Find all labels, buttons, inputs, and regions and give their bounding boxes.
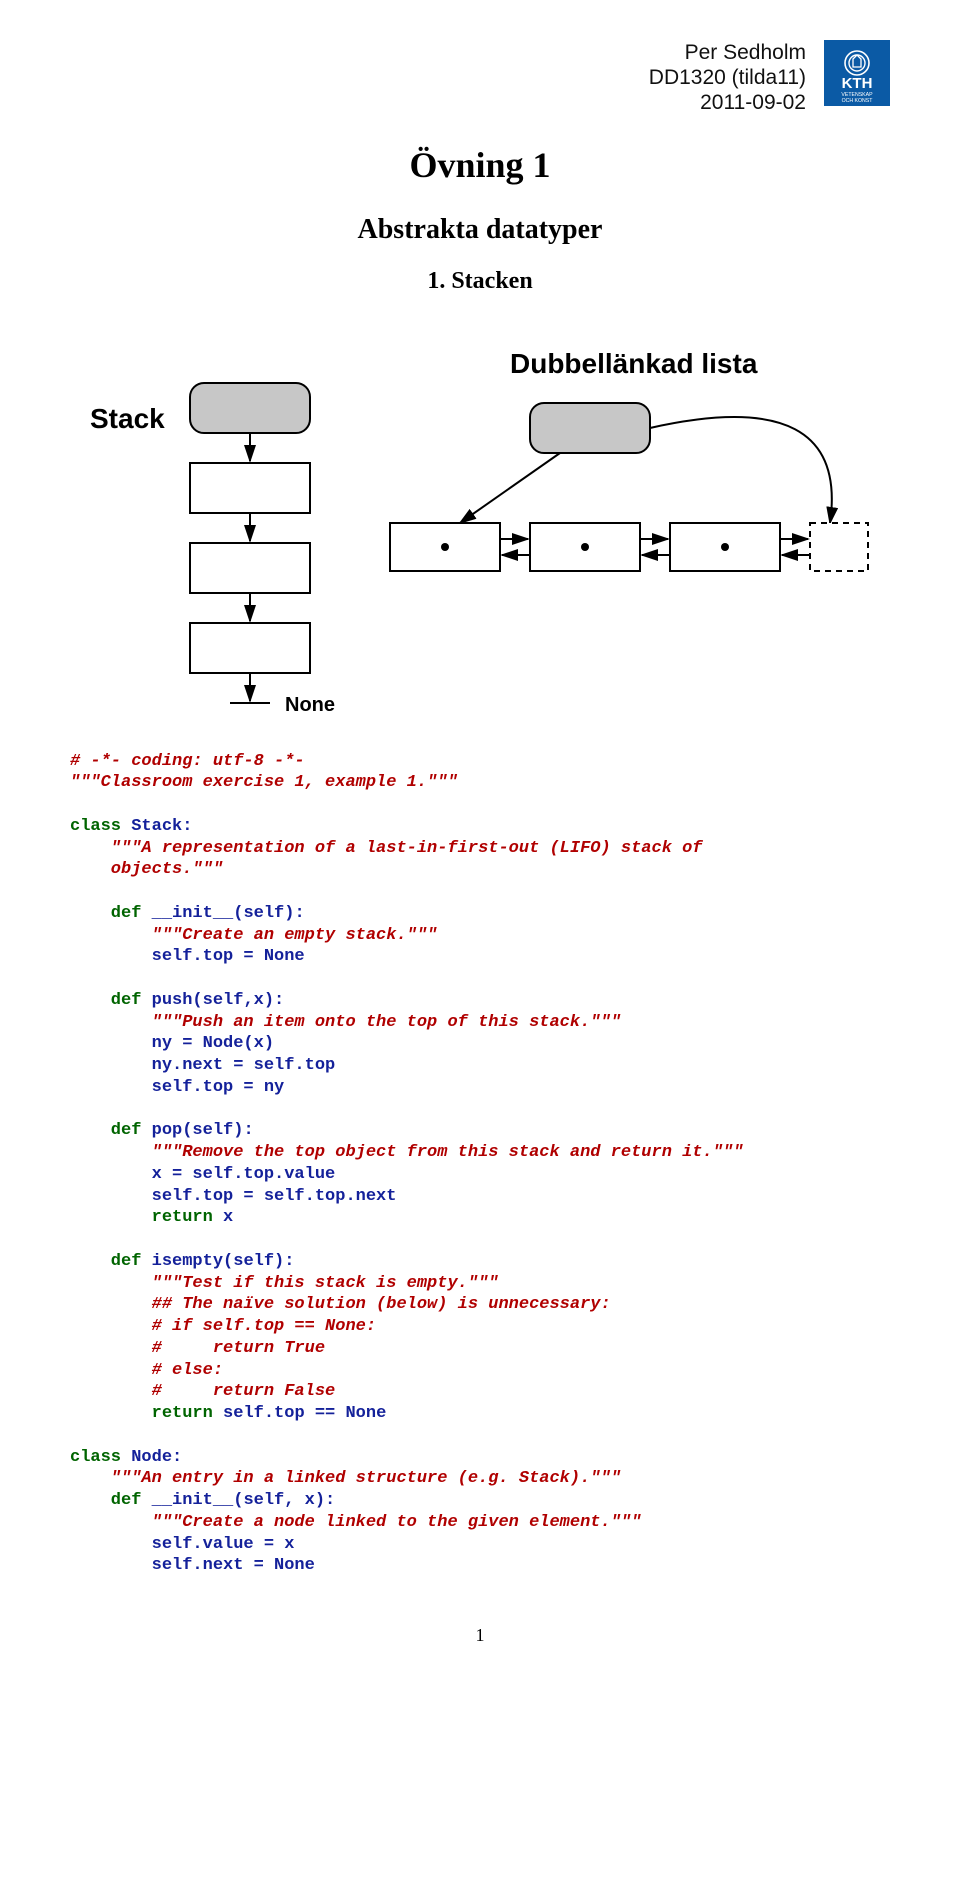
- svg-text:OCH KONST: OCH KONST: [842, 98, 874, 104]
- code-line: """Test if this stack is empty.""": [70, 1274, 498, 1293]
- stack-label: Stack: [90, 403, 165, 434]
- code-line: """An entry in a linked structure (e.g. …: [70, 1469, 621, 1488]
- stack-dll-diagram: Stack None Dubbellänkad lista: [90, 313, 870, 723]
- code-line: self.top == None: [213, 1404, 386, 1423]
- code-line: pop(self):: [141, 1121, 253, 1140]
- header-meta: Per Sedholm DD1320 (tilda11) 2011-09-02: [649, 40, 806, 116]
- dll-label: Dubbellänkad lista: [510, 348, 758, 379]
- code-line: # return False: [70, 1382, 335, 1401]
- code-line: Stack:: [121, 817, 192, 836]
- code-line: """Remove the top object from this stack…: [70, 1143, 743, 1162]
- code-line: x: [213, 1208, 233, 1227]
- code-line: isempty(self):: [141, 1252, 294, 1271]
- code-line: __init__(self):: [141, 904, 304, 923]
- code-keyword: def: [70, 1121, 141, 1140]
- page-subtitle: Abstrakta datatyper: [70, 214, 890, 246]
- code-keyword: def: [70, 1491, 141, 1510]
- code-line: ny.next = self.top: [70, 1056, 335, 1075]
- code-line: self.top = None: [70, 947, 305, 966]
- code-keyword: return: [152, 1208, 213, 1227]
- code-line: """Classroom exercise 1, example 1.""": [70, 773, 458, 792]
- section-heading: 1. Stacken: [70, 268, 890, 295]
- document-header: Per Sedholm DD1320 (tilda11) 2011-09-02 …: [70, 40, 890, 116]
- code-line: self.top = ny: [70, 1078, 284, 1097]
- code-line: [70, 1404, 152, 1423]
- page: Per Sedholm DD1320 (tilda11) 2011-09-02 …: [0, 0, 960, 1706]
- code-line: """Create a node linked to the given ele…: [70, 1513, 641, 1532]
- code-line: [70, 1208, 152, 1227]
- code-line: """Push an item onto the top of this sta…: [70, 1013, 621, 1032]
- code-line: """Create an empty stack.""": [70, 926, 437, 945]
- code-line: # else:: [70, 1361, 223, 1380]
- code-keyword: return: [152, 1404, 213, 1423]
- code-line: push(self,x):: [141, 991, 284, 1010]
- code-line: """A representation of a last-in-first-o…: [70, 839, 703, 858]
- diagram-container: Stack None Dubbellänkad lista: [70, 313, 890, 723]
- page-title: Övning 1: [70, 144, 890, 186]
- code-keyword: def: [70, 904, 141, 923]
- code-line: ny = Node(x): [70, 1034, 274, 1053]
- code-keyword: def: [70, 991, 141, 1010]
- course-line: DD1320 (tilda11): [649, 65, 806, 90]
- code-line: # -*- coding: utf-8 -*-: [70, 752, 305, 771]
- code-line: __init__(self, x):: [141, 1491, 335, 1510]
- code-keyword: class: [70, 817, 121, 836]
- code-keyword: class: [70, 1448, 121, 1467]
- code-line: x = self.top.value: [70, 1165, 335, 1184]
- author-line: Per Sedholm: [649, 40, 806, 65]
- svg-text:KTH: KTH: [842, 75, 873, 92]
- code-line: # return True: [70, 1339, 325, 1358]
- code-line: # if self.top == None:: [70, 1317, 376, 1336]
- code-line: self.value = x: [70, 1535, 294, 1554]
- code-block: # -*- coding: utf-8 -*- """Classroom exe…: [70, 751, 890, 1578]
- code-keyword: def: [70, 1252, 141, 1271]
- none-label: None: [285, 694, 335, 716]
- code-line: self.top = self.top.next: [70, 1187, 396, 1206]
- code-line: Node:: [121, 1448, 182, 1467]
- date-line: 2011-09-02: [649, 90, 806, 115]
- kth-logo: KTH VETENSKAP OCH KONST: [824, 40, 890, 106]
- page-number: 1: [70, 1625, 890, 1646]
- code-line: ## The naïve solution (below) is unneces…: [70, 1295, 611, 1314]
- code-line: self.next = None: [70, 1556, 315, 1575]
- code-line: objects.""": [70, 860, 223, 879]
